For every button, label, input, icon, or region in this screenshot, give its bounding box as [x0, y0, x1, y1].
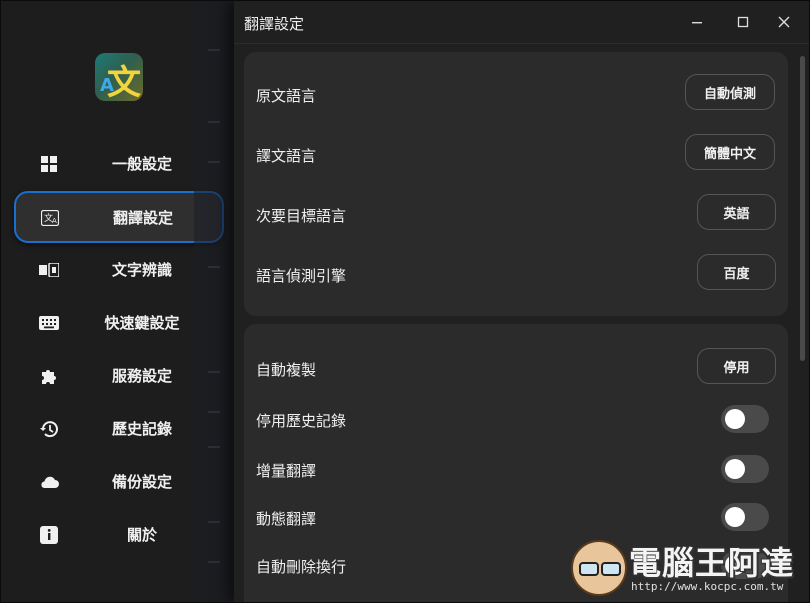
- setting-label: 動態翻譯: [256, 510, 317, 528]
- source-language-select[interactable]: 自動偵測: [685, 74, 775, 110]
- sidebar-item-label: 快速鍵設定: [104, 314, 180, 332]
- sidebar-item-label: 翻譯設定: [112, 209, 173, 227]
- ocr-icon: [39, 260, 59, 280]
- minimize-button[interactable]: [686, 11, 708, 33]
- secondary-language-select[interactable]: 英語: [697, 194, 776, 230]
- sidebar-item-label: 備份設定: [111, 473, 172, 491]
- sidebar-item-label: 一般設定: [111, 155, 172, 173]
- sidebar-item-general[interactable]: 一般設定: [15, 139, 221, 189]
- setting-row-source-lang: 原文語言 自動偵測: [244, 72, 788, 120]
- close-icon: [778, 16, 790, 28]
- sidebar-item-backup[interactable]: 備份設定: [15, 457, 221, 507]
- title-bar: 翻譯設定: [234, 1, 809, 44]
- setting-label: 譯文語言: [256, 147, 317, 165]
- sidebar-item-history[interactable]: 歷史記錄: [15, 404, 221, 454]
- language-settings-card: 原文語言 自動偵測 譯文語言 簡體中文 次要目標語言 英語 語言偵測引擎 百度: [244, 52, 788, 316]
- watermark-url: http://www.kocpc.com.tw: [631, 580, 784, 593]
- background-window: [194, 1, 234, 602]
- target-language-select[interactable]: 簡體中文: [685, 134, 775, 170]
- setting-label: 增量翻譯: [256, 462, 317, 480]
- setting-row-incremental: 增量翻譯: [244, 447, 788, 495]
- logo-small-glyph: A: [100, 75, 114, 96]
- sidebar-item-translate[interactable]: 文A 翻譯設定: [14, 191, 224, 243]
- setting-row-disable-history: 停用歷史記錄: [244, 397, 788, 445]
- watermark: 電腦王阿達 http://www.kocpc.com.tw: [571, 536, 803, 600]
- close-button[interactable]: [773, 11, 795, 33]
- auto-copy-select[interactable]: 停用: [697, 348, 776, 384]
- maximize-icon: [737, 16, 749, 28]
- detect-engine-select[interactable]: 百度: [697, 254, 776, 290]
- watermark-text: 電腦王阿達: [629, 544, 795, 582]
- sidebar-item-ocr[interactable]: 文字辨識: [15, 245, 221, 295]
- sidebar-item-about[interactable]: 關於: [15, 510, 221, 560]
- sidebar-item-label: 關於: [126, 526, 157, 544]
- sidebar-item-service[interactable]: 服務設定: [15, 351, 221, 401]
- scrollbar[interactable]: [800, 56, 805, 361]
- grid-icon: [39, 154, 59, 174]
- sidebar-item-hotkey[interactable]: 快速鍵設定: [15, 298, 221, 348]
- incremental-translate-toggle[interactable]: [721, 455, 769, 483]
- setting-row-detect-engine: 語言偵測引擎 百度: [244, 252, 788, 300]
- setting-label: 自動複製: [256, 361, 317, 379]
- cloud-icon: [39, 472, 59, 492]
- svg-text:A: A: [52, 217, 57, 225]
- maximize-button[interactable]: [732, 11, 754, 33]
- setting-label: 語言偵測引擎: [256, 267, 347, 285]
- app-logo: 文 A: [95, 53, 143, 101]
- setting-row-target-lang: 譯文語言 簡體中文: [244, 132, 788, 180]
- history-icon: [39, 419, 59, 439]
- setting-row-auto-copy: 自動複製 停用: [244, 346, 788, 394]
- setting-label: 自動刪除換行: [256, 558, 347, 576]
- dynamic-translate-toggle[interactable]: [721, 503, 769, 531]
- sidebar-item-label: 服務設定: [111, 367, 172, 385]
- toggle-knob: [725, 459, 745, 479]
- toggle-knob: [725, 507, 745, 527]
- disable-history-toggle[interactable]: [721, 405, 769, 433]
- setting-label: 次要目標語言: [256, 207, 347, 225]
- sidebar-item-label: 文字辨識: [111, 261, 172, 279]
- info-icon: [39, 525, 59, 545]
- puzzle-icon: [39, 366, 59, 386]
- setting-label: 原文語言: [256, 87, 317, 105]
- minimize-icon: [692, 22, 702, 24]
- setting-row-secondary-lang: 次要目標語言 英語: [244, 192, 788, 240]
- app-window: 文 A 一般設定 文A 翻譯設定 文字辨識 快速鍵設定 服務設定 歷史記錄 備份…: [0, 0, 810, 603]
- setting-label: 停用歷史記錄: [256, 412, 347, 430]
- dialog-title: 翻譯設定: [244, 15, 305, 33]
- mascot-face-icon: [571, 540, 627, 596]
- toggle-knob: [725, 409, 745, 429]
- sidebar-item-label: 歷史記錄: [111, 420, 172, 438]
- translate-icon: 文A: [40, 208, 60, 228]
- keyboard-icon: [39, 313, 59, 333]
- settings-dialog: 翻譯設定 原文語言 自動偵測 譯文語言 簡體中文 次要目標語言 英語 語言偵測引…: [234, 1, 809, 602]
